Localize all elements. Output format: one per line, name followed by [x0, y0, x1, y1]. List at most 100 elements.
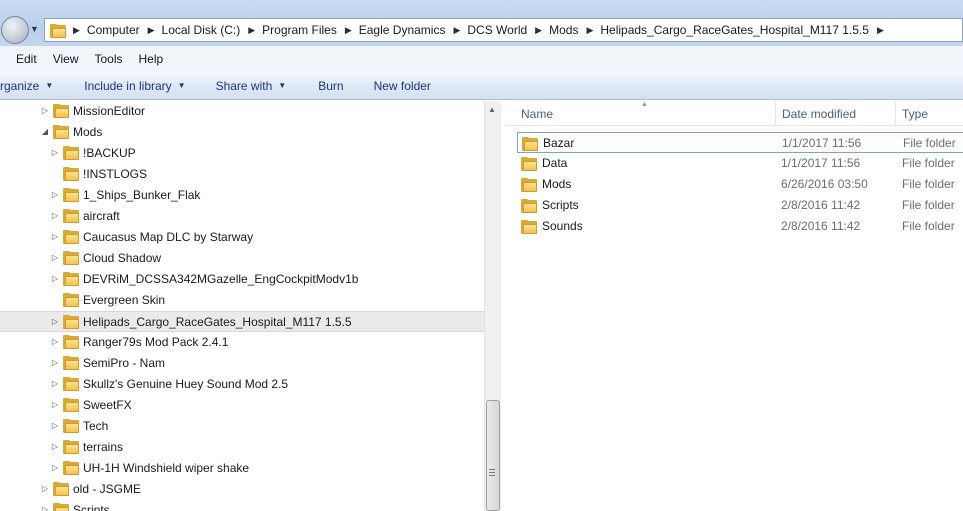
expand-arrow-icon[interactable]: ▷	[50, 232, 60, 242]
file-row[interactable]: Bazar 1/1/2017 11:56 File folder	[517, 132, 963, 153]
tree-item[interactable]: ◢ Mods	[0, 122, 484, 143]
tree-item[interactable]: ▷ DEVRiM_DCSSA342MGazelle_EngCockpitModv1…	[0, 269, 484, 290]
expand-arrow-icon[interactable]: ▷	[50, 253, 60, 263]
tree-item-label: old - JSGME	[73, 482, 142, 496]
column-divider[interactable]	[895, 101, 896, 126]
tree-item[interactable]: ▷ Helipads_Cargo_RaceGates_Hospital_M117 …	[0, 311, 484, 332]
tree-item[interactable]: ▷ Caucasus Map DLC by Starway	[0, 227, 484, 248]
file-row[interactable]: Data 1/1/2017 11:56 File folder	[517, 153, 963, 174]
column-header-date-modified[interactable]: Date modified	[782, 107, 856, 121]
expand-arrow-icon[interactable]: ▷	[50, 421, 60, 431]
expand-arrow-icon[interactable]: ▷	[50, 211, 60, 221]
folder-icon	[63, 440, 79, 454]
tree-item[interactable]: ▷ aircraft	[0, 206, 484, 227]
chevron-right-icon[interactable]: ▶	[345, 25, 352, 36]
tree-item-label: Cloud Shadow	[83, 251, 162, 265]
chevron-right-icon[interactable]: ▶	[248, 25, 255, 36]
menu-view[interactable]: View	[53, 52, 79, 66]
breadcrumb-item[interactable]: ▶ Eagle Dynamics	[337, 23, 446, 37]
tree-item[interactable]: ▷ Cloud Shadow	[0, 248, 484, 269]
file-row[interactable]: Scripts 2/8/2016 11:42 File folder	[517, 195, 963, 216]
scrollbar-thumb[interactable]	[486, 400, 500, 511]
menu-tools[interactable]: Tools	[94, 52, 122, 66]
expand-arrow-icon[interactable]: ▷	[50, 379, 60, 389]
expand-arrow-icon[interactable]: ▷	[40, 484, 50, 494]
menu-help[interactable]: Help	[139, 52, 164, 66]
organize-button[interactable]: rganize ▼	[0, 79, 53, 93]
breadcrumb-item[interactable]: ▶ DCS World	[445, 23, 527, 37]
tree-item[interactable]: ▷ SemiPro - Nam	[0, 353, 484, 374]
chevron-right-icon[interactable]: ▶	[877, 25, 884, 36]
folder-icon	[63, 167, 79, 181]
column-header-name[interactable]: Name	[521, 107, 553, 121]
share-with-button[interactable]: Share with ▼	[216, 79, 287, 93]
breadcrumb-item[interactable]: ▶ Program Files	[240, 23, 337, 37]
column-header-row: ▲ Name Date modified Type	[505, 101, 963, 126]
tree-item-label: SemiPro - Nam	[83, 356, 166, 370]
expand-arrow-icon[interactable]: ▷	[40, 106, 50, 116]
folder-icon	[522, 137, 538, 151]
chevron-right-icon[interactable]: ▶	[148, 25, 155, 36]
breadcrumb-item[interactable]: ▶ Helipads_Cargo_RaceGates_Hospital_M117 …	[578, 23, 869, 37]
folder-icon	[63, 146, 79, 160]
file-row[interactable]: Sounds 2/8/2016 11:42 File folder	[517, 216, 963, 237]
chevron-right-icon[interactable]: ▶	[535, 25, 542, 36]
scroll-up-icon[interactable]: ▲	[488, 105, 496, 114]
tree-item[interactable]: Evergreen Skin	[0, 290, 484, 311]
expand-arrow-icon[interactable]: ▷	[50, 317, 60, 327]
expand-arrow-icon[interactable]: ▷	[50, 190, 60, 200]
tree-item[interactable]: ▷ !BACKUP	[0, 143, 484, 164]
expand-arrow-icon[interactable]: ▷	[50, 442, 60, 452]
file-list[interactable]: ▲ Name Date modified Type Bazar 1/1/2017 …	[505, 101, 963, 511]
expand-arrow-icon[interactable]: ▷	[50, 274, 60, 284]
column-divider[interactable]	[775, 101, 776, 126]
expand-arrow-icon[interactable]: ▷	[40, 505, 50, 511]
tree-item-label: Scripts	[73, 503, 110, 511]
breadcrumb-item[interactable]: ▶ Mods	[527, 23, 578, 37]
breadcrumb-item[interactable]: ▶ Local Disk (C:)	[140, 23, 241, 37]
include-in-library-button[interactable]: Include in library ▼	[84, 79, 185, 93]
tree-item[interactable]: ▷ 1_Ships_Bunker_Flak	[0, 185, 484, 206]
tree-item[interactable]: ▷ Scripts	[0, 500, 484, 511]
grip-icon	[489, 469, 495, 476]
tree-item[interactable]: ▷ Tech	[0, 416, 484, 437]
breadcrumb[interactable]: ▶ Computer ▶ Local Disk (C:) ▶ Program File…	[44, 18, 963, 42]
expand-arrow-icon[interactable]: ▷	[50, 358, 60, 368]
chevron-right-icon[interactable]: ▶	[73, 25, 80, 36]
expand-arrow-icon[interactable]: ▷	[50, 337, 60, 347]
burn-button[interactable]: Burn	[318, 79, 343, 93]
folder-icon	[521, 220, 537, 234]
folder-icon	[63, 419, 79, 433]
new-folder-button[interactable]: New folder	[374, 79, 431, 93]
tree-item-label: Tech	[83, 419, 109, 433]
tree-item[interactable]: ▷ Ranger79s Mod Pack 2.4.1	[0, 332, 484, 353]
back-button[interactable]	[1, 16, 29, 44]
tree-item[interactable]: !INSTLOGS	[0, 164, 484, 185]
chevron-right-icon[interactable]: ▶	[453, 25, 460, 36]
tree-item[interactable]: ▷ Skullz's Genuine Huey Sound Mod 2.5	[0, 374, 484, 395]
column-header-type[interactable]: Type	[902, 107, 928, 121]
tree-item[interactable]: ▷ UH-1H Windshield wiper shake	[0, 458, 484, 479]
breadcrumb-item[interactable]: ▶	[869, 25, 891, 36]
expand-arrow-icon[interactable]: ▷	[50, 463, 60, 473]
tree-item[interactable]: ▷ terrains	[0, 437, 484, 458]
folder-icon	[50, 24, 66, 38]
collapse-arrow-icon[interactable]: ◢	[40, 127, 50, 137]
folder-icon	[521, 199, 537, 213]
expand-arrow-icon[interactable]: ▷	[50, 400, 60, 410]
navigation-pane[interactable]: ▷ MissionEditor ◢ Mods ▷ !BACKUP !INSTLOGS ▷ 1_S…	[0, 101, 484, 511]
file-row[interactable]: Mods 6/26/2016 03:50 File folder	[517, 174, 963, 195]
breadcrumb-item[interactable]: ▶ Computer	[69, 23, 140, 37]
folder-icon	[63, 377, 79, 391]
menu-edit[interactable]: Edit	[16, 52, 37, 66]
tree-item[interactable]: ▷ MissionEditor	[0, 101, 484, 122]
tree-item[interactable]: ▷ old - JSGME	[0, 479, 484, 500]
chevron-right-icon[interactable]: ▶	[586, 25, 593, 36]
expand-arrow-icon[interactable]: ▷	[50, 148, 60, 158]
folder-icon	[63, 272, 79, 286]
tree-item[interactable]: ▷ SweetFX	[0, 395, 484, 416]
navigation-scrollbar[interactable]: ▲	[484, 101, 501, 511]
recent-pages-chevron-icon[interactable]: ▼	[30, 24, 39, 34]
folder-icon	[63, 293, 79, 307]
tree-item-label: !INSTLOGS	[83, 167, 148, 181]
